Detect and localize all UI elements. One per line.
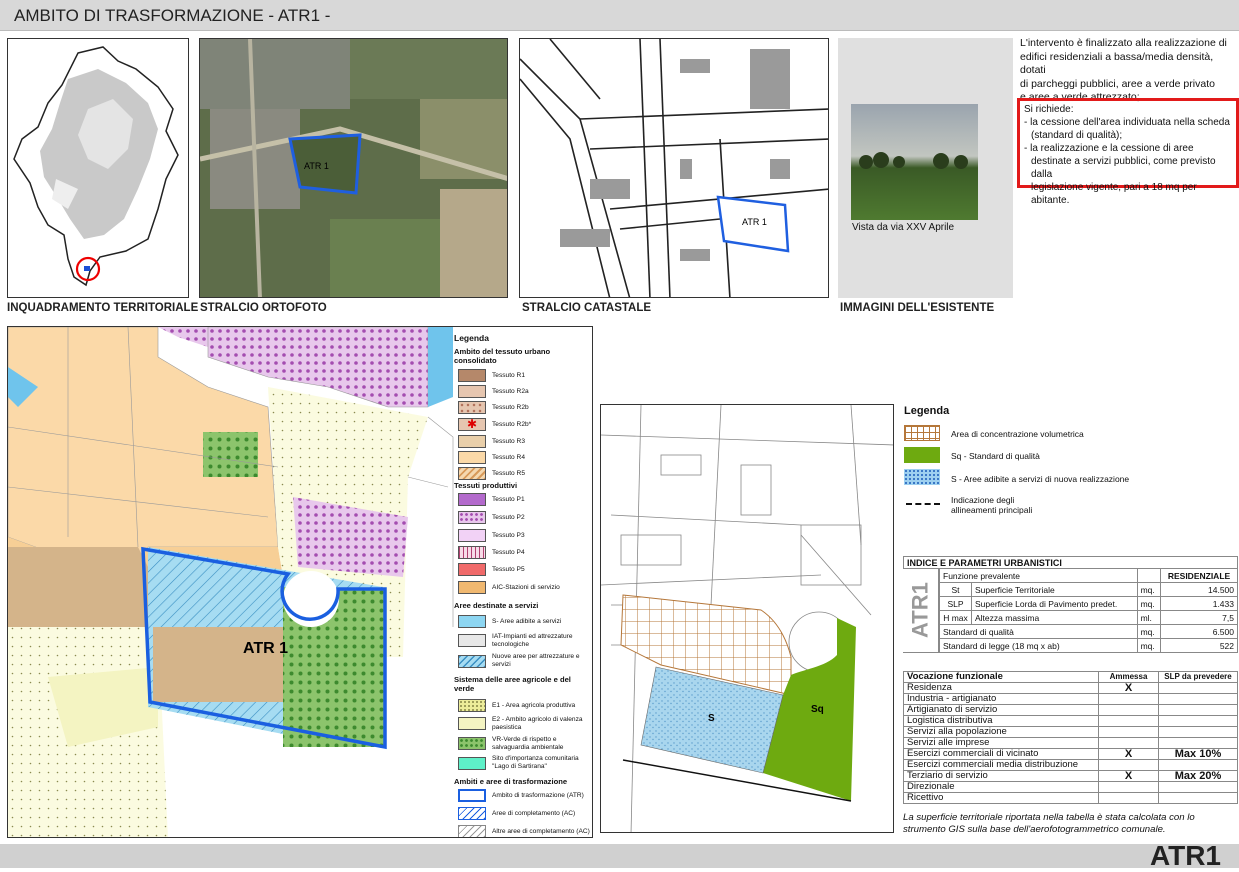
photo-caption: Vista da via XXV Aprile — [852, 222, 955, 233]
caption-catastale: STRALCIO CATASTALE — [522, 302, 652, 314]
vocazione-table: Vocazione funzionale Ammessa SLP da prev… — [903, 671, 1238, 804]
params-row: Standard di qualità mq. 6.500 — [939, 624, 1238, 639]
swatch-alignment — [906, 503, 940, 505]
vocazione-row: Terziario di servizio X Max 20% — [903, 770, 1238, 782]
cadastral-atr-label: ATR 1 — [742, 217, 767, 227]
territorial-map — [7, 38, 189, 298]
description: L'intervento è finalizzato alla realizza… — [1020, 37, 1227, 103]
gis-note: La superficie territoriale riportata nel… — [903, 812, 1195, 835]
vocazione-row: Ricettivo — [903, 792, 1238, 804]
params-row: Standard di legge (18 mq x ab) mq. 522 — [939, 638, 1238, 653]
page-header: AMBITO DI TRASFORMAZIONE - ATR1 - — [0, 0, 1239, 31]
swatch-s-new — [904, 469, 940, 485]
vocazione-row: Esercizi commerciali di vicinato X Max 10% — [903, 748, 1238, 760]
page-title: AMBITO DI TRASFORMAZIONE - ATR1 - — [14, 6, 331, 25]
swatch-r4 — [458, 451, 486, 464]
params-row: SLP Superficie Lorda di Pavimento predet.… — [939, 596, 1238, 611]
footer-code: ATR1 — [1149, 840, 1221, 871]
params-row: St Superficie Territoriale mq. 14.500 — [939, 582, 1238, 597]
params-side-label: ATR1 — [903, 568, 939, 653]
swatch-s — [458, 615, 486, 628]
swatch-r5 — [458, 467, 486, 480]
main-atr-label: ATR 1 — [243, 640, 288, 657]
photo-panel: Vista da via XXV Aprile — [838, 38, 1013, 298]
zoning-legend: Legenda Ambito del tessuto urbano consol… — [454, 333, 592, 837]
swatch-iat — [458, 634, 486, 647]
plan-sq-label: Sq — [811, 704, 824, 715]
swatch-new-services — [458, 655, 486, 668]
existing-photo — [851, 104, 978, 220]
swatch-r2b — [458, 401, 486, 414]
vocazione-row: Logistica distributiva — [903, 715, 1238, 727]
orthophoto-map: ATR 1 — [199, 38, 508, 298]
swatch-e2 — [458, 717, 486, 730]
vocazione-row: Residenza X — [903, 682, 1238, 694]
swatch-vr — [458, 737, 486, 750]
swatch-volumetric — [904, 425, 940, 441]
plan-map: S Sq — [600, 404, 894, 833]
vocazione-row: Servizi alla popolazione — [903, 726, 1238, 738]
swatch-p3 — [458, 529, 486, 542]
swatch-p1 — [458, 493, 486, 506]
swatch-e1 — [458, 699, 486, 712]
page-footer: ATR1 — [0, 840, 1239, 871]
zoning-map: ATR 1 Legenda Ambito del tessuto urbano … — [7, 326, 593, 838]
swatch-r2b-star: ✱ — [458, 418, 486, 431]
swatch-p5 — [458, 563, 486, 576]
params-row: Funzione prevalente RESIDENZIALE — [939, 568, 1238, 583]
swatch-aic — [458, 581, 486, 594]
ortho-atr-label: ATR 1 — [304, 161, 329, 171]
vocazione-row: Industria - artigianato — [903, 693, 1238, 705]
plan-legend: Legenda Area di concentrazione volumetri… — [904, 405, 1130, 515]
params-row: H max Altezza massima ml. 7,5 — [939, 610, 1238, 625]
vocazione-row: Direzionale — [903, 781, 1238, 793]
swatch-other-ac — [458, 825, 486, 837]
plan-s-label: S — [708, 713, 715, 724]
swatch-r2a — [458, 385, 486, 398]
requirements-box: Si richiede: - la cessione dell'area ind… — [1017, 98, 1239, 206]
swatch-sq — [904, 447, 940, 463]
swatch-r3 — [458, 435, 486, 448]
vocazione-row: Servizi alle imprese — [903, 737, 1238, 749]
caption-ortofoto: STRALCIO ORTOFOTO — [200, 302, 327, 314]
caption-esistente: IMMAGINI DELL'ESISTENTE — [840, 302, 995, 314]
cadastral-map: ATR 1 — [519, 38, 829, 298]
params-table: INDICE E PARAMETRI URBANISTICI ATR1 Funz… — [903, 556, 1238, 653]
swatch-ac — [458, 807, 486, 820]
swatch-atr — [458, 789, 486, 802]
vocazione-row: Esercizi commerciali media distribuzione — [903, 759, 1238, 771]
vocazione-row: Artigianato di servizio — [903, 704, 1238, 716]
swatch-p4 — [458, 546, 486, 559]
swatch-sic — [458, 757, 486, 770]
swatch-r1 — [458, 369, 486, 382]
caption-territoriale: INQUADRAMENTO TERRITORIALE — [7, 302, 199, 314]
swatch-p2 — [458, 511, 486, 524]
